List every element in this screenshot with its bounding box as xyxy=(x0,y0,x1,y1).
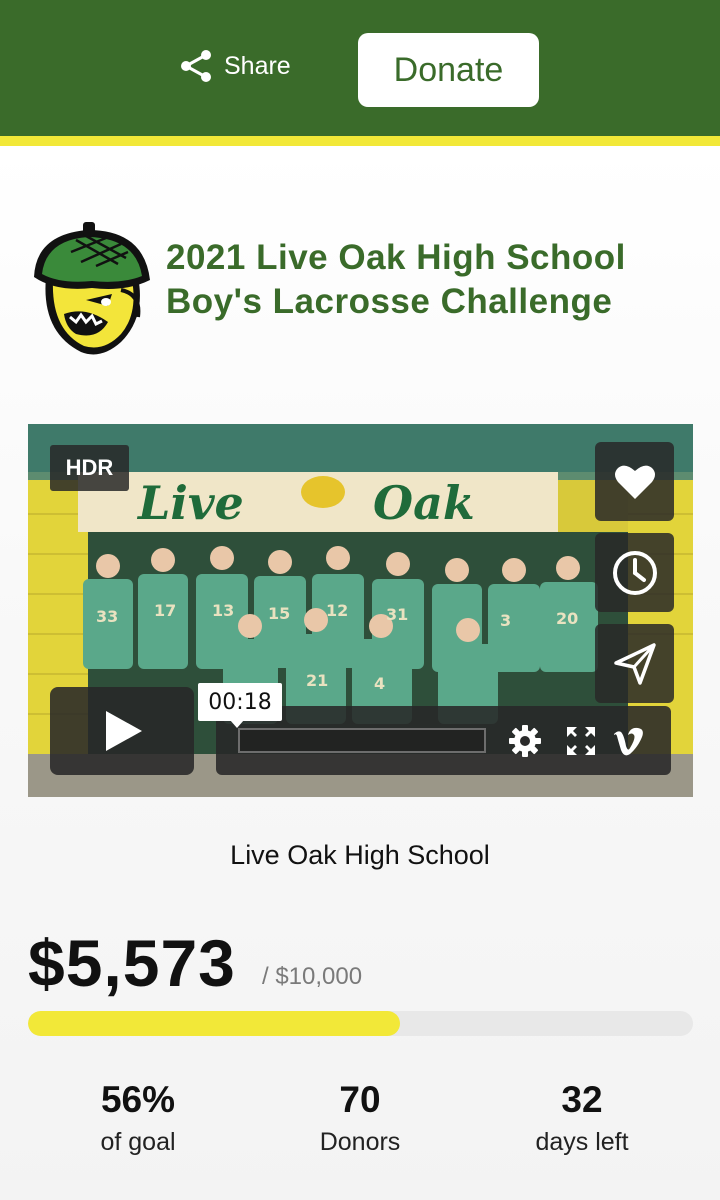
top-accent-stripe xyxy=(0,136,720,146)
fullscreen-icon[interactable] xyxy=(564,724,598,758)
video-time-tooltip: 00:18 xyxy=(198,683,282,728)
share-label: Share xyxy=(224,51,291,80)
heart-icon xyxy=(614,465,655,499)
play-button[interactable] xyxy=(50,687,194,775)
send-button[interactable] xyxy=(595,624,674,703)
fundraising-progress-bar xyxy=(28,1011,693,1036)
organization-name: Live Oak High School xyxy=(230,840,490,870)
svg-text:13: 13 xyxy=(212,601,234,620)
goal-amount: / $10,000 xyxy=(262,963,363,990)
share-button[interactable]: Share xyxy=(178,46,291,86)
share-icon xyxy=(181,50,211,82)
stat-label: days left xyxy=(535,1128,629,1156)
play-icon xyxy=(106,711,142,751)
video-progress-bar[interactable] xyxy=(238,728,486,753)
stat-label: of goal xyxy=(100,1128,176,1156)
watch-later-button[interactable] xyxy=(595,533,674,612)
svg-text:31: 31 xyxy=(386,605,408,624)
vimeo-logo-icon[interactable] xyxy=(612,724,646,758)
settings-gear-icon[interactable] xyxy=(508,724,542,758)
svg-text:15: 15 xyxy=(268,604,290,623)
svg-text:21: 21 xyxy=(306,671,328,690)
svg-text:3: 3 xyxy=(500,611,511,630)
svg-text:17: 17 xyxy=(154,601,176,620)
svg-text:12: 12 xyxy=(326,601,348,620)
campaign-title: 2021 Live Oak High School Boy's Lacrosse… xyxy=(166,236,706,324)
stat-donors: 70 Donors xyxy=(250,1078,470,1157)
stat-percent-of-goal: 56% of goal xyxy=(28,1078,248,1157)
send-icon xyxy=(613,642,656,685)
amount-raised: $5,573 xyxy=(28,926,236,1000)
donate-button[interactable]: Donate xyxy=(358,33,539,107)
fundraising-progress-fill xyxy=(28,1011,401,1036)
hdr-badge: HDR xyxy=(50,445,129,491)
campaign-title-line1: 2021 Live Oak High School xyxy=(166,238,626,277)
stat-label: Donors xyxy=(319,1128,401,1156)
campaign-title-line2: Boy's Lacrosse Challenge xyxy=(166,282,613,321)
acorn-mascot-logo xyxy=(34,222,150,355)
svg-text:4: 4 xyxy=(374,674,385,693)
banner-text-left: Live xyxy=(136,476,244,530)
stat-value: 32 xyxy=(561,1079,603,1120)
stat-days-left: 32 days left xyxy=(472,1078,692,1157)
svg-text:20: 20 xyxy=(556,609,578,628)
banner-text-right: Oak xyxy=(373,476,475,530)
like-button[interactable] xyxy=(595,442,674,521)
stat-value: 70 xyxy=(339,1079,381,1120)
svg-text:33: 33 xyxy=(96,607,118,626)
clock-icon xyxy=(612,550,657,595)
stat-value: 56% xyxy=(100,1079,176,1120)
